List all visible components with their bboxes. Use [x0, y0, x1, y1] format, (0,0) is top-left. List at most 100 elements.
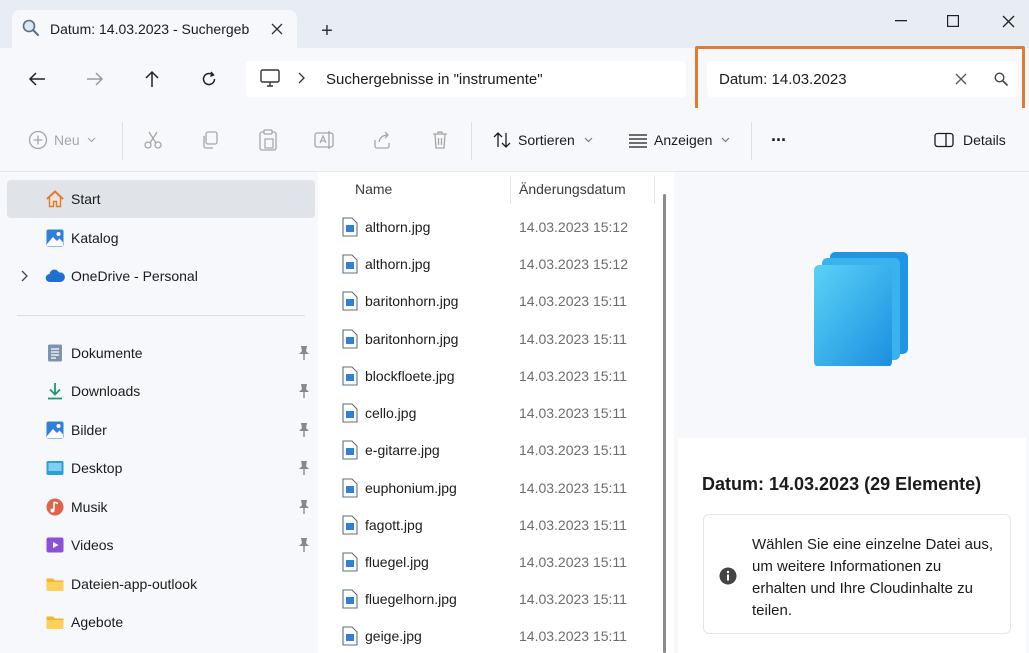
- table-row[interactable]: baritonhorn.jpg 14.03.2023 15:11: [336, 320, 656, 357]
- search-icon[interactable]: [991, 69, 1011, 89]
- pin-icon[interactable]: [297, 345, 311, 361]
- new-button[interactable]: Neu: [28, 128, 96, 152]
- table-row[interactable]: baritonhorn.jpg 14.03.2023 15:11: [336, 282, 656, 319]
- pin-icon[interactable]: [297, 499, 311, 515]
- chevron-down-icon: [584, 137, 593, 143]
- sidebar-item-label: OneDrive - Personal: [71, 268, 198, 284]
- share-button[interactable]: [372, 128, 392, 152]
- table-row[interactable]: euphonium.jpg 14.03.2023 15:11: [336, 469, 656, 506]
- back-button[interactable]: [22, 64, 52, 94]
- table-row[interactable]: althorn.jpg 14.03.2023 15:12: [336, 245, 656, 282]
- maximize-button[interactable]: [930, 8, 976, 34]
- file-name: althorn.jpg: [365, 255, 431, 272]
- sort-button[interactable]: Sortieren: [492, 128, 593, 152]
- sidebar-item-desktop[interactable]: Desktop: [7, 449, 315, 487]
- info-message: Wählen Sie eine einzelne Datei aus, um w…: [703, 514, 1011, 634]
- view-button[interactable]: Anzeigen: [628, 128, 730, 152]
- table-row[interactable]: fagott.jpg 14.03.2023 15:11: [336, 506, 656, 543]
- pin-icon[interactable]: [297, 383, 311, 399]
- selection-title: Datum: 14.03.2023 (29 Elemente): [702, 474, 982, 494]
- cut-button[interactable]: [143, 128, 163, 152]
- rename-button[interactable]: [314, 128, 336, 152]
- sort-icon: [493, 132, 511, 148]
- clear-search-icon[interactable]: [951, 69, 971, 89]
- search-input[interactable]: [719, 70, 939, 88]
- refresh-button[interactable]: [194, 64, 224, 94]
- image-file-icon: [342, 551, 358, 572]
- minimize-button[interactable]: [878, 8, 924, 34]
- sidebar-item-label: Desktop: [71, 460, 123, 476]
- sidebar-item-dokumente[interactable]: Dokumente: [7, 334, 315, 372]
- download-icon: [48, 383, 62, 400]
- chevron-right-icon[interactable]: [19, 269, 31, 283]
- table-row[interactable]: althorn.jpg 14.03.2023 15:12: [336, 208, 656, 245]
- image-file-icon: [342, 290, 358, 311]
- column-header-name[interactable]: Name: [355, 181, 392, 197]
- delete-button[interactable]: [430, 128, 450, 152]
- close-window-button[interactable]: [985, 8, 1029, 34]
- column-header-date[interactable]: Änderungsdatum: [519, 181, 626, 197]
- close-tab-icon[interactable]: [267, 19, 287, 39]
- copy-button[interactable]: [200, 128, 220, 152]
- sidebar-item-label: Agebote: [71, 614, 124, 630]
- file-date: 14.03.2023 15:11: [519, 292, 627, 309]
- pin-icon[interactable]: [297, 460, 311, 476]
- table-row[interactable]: fluegel.jpg 14.03.2023 15:11: [336, 543, 656, 580]
- breadcrumb[interactable]: Suchergebnisse in "instrumente": [326, 71, 543, 88]
- search-box[interactable]: [707, 61, 1017, 97]
- new-tab-button[interactable]: +: [316, 20, 338, 42]
- file-name: fagott.jpg: [365, 516, 423, 533]
- table-row[interactable]: cello.jpg 14.03.2023 15:11: [336, 394, 656, 431]
- sidebar-item-videos[interactable]: Videos: [7, 526, 315, 564]
- toolbar-divider: [122, 122, 123, 160]
- address-bar[interactable]: Suchergebnisse in "instrumente": [246, 61, 686, 97]
- sort-button-label: Sortieren: [518, 132, 575, 148]
- image-file-icon: [342, 365, 358, 386]
- sidebar-item-musik[interactable]: Musik: [7, 488, 315, 526]
- image-file-icon: [342, 402, 358, 423]
- videos-icon: [46, 537, 64, 553]
- sidebar-item-agebote[interactable]: Agebote: [7, 603, 315, 641]
- pin-icon[interactable]: [297, 422, 311, 438]
- tab-title: Datum: 14.03.2023 - Suchergebnisse: [50, 21, 250, 37]
- sidebar-item-downloads[interactable]: Downloads: [7, 372, 315, 410]
- rename-icon: [314, 131, 334, 149]
- column-divider[interactable]: [654, 176, 655, 204]
- sidebar-item-bilder[interactable]: Bilder: [7, 411, 315, 449]
- more-options-button[interactable]: ···: [771, 128, 787, 152]
- vertical-scrollbar[interactable]: [663, 194, 666, 653]
- image-file-icon: [342, 216, 358, 237]
- file-date: 14.03.2023 15:11: [519, 479, 627, 496]
- table-row[interactable]: blockfloete.jpg 14.03.2023 15:11: [336, 357, 656, 394]
- details-pane-label: Details: [963, 132, 1006, 148]
- column-divider[interactable]: [510, 176, 511, 204]
- up-button[interactable]: [137, 64, 167, 94]
- sidebar-item-onedrive[interactable]: OneDrive - Personal: [7, 257, 315, 295]
- image-file-icon: [342, 625, 358, 646]
- file-date: 14.03.2023 15:12: [519, 218, 628, 235]
- file-date: 14.03.2023 15:12: [519, 255, 628, 272]
- chevron-right-icon[interactable]: [298, 71, 306, 87]
- image-file-icon: [342, 328, 358, 349]
- file-name: baritonhorn.jpg: [365, 292, 459, 309]
- file-name: althorn.jpg: [365, 218, 431, 235]
- file-name: fluegelhorn.jpg: [365, 590, 457, 607]
- browser-tab-active[interactable]: Datum: 14.03.2023 - Suchergebnisse: [12, 10, 297, 48]
- sidebar-item-label: Bilder: [71, 422, 107, 438]
- paste-button[interactable]: [258, 128, 278, 152]
- forward-button[interactable]: [80, 64, 110, 94]
- pin-icon[interactable]: [297, 537, 311, 553]
- home-icon: [46, 190, 64, 208]
- sidebar-item-label: Musik: [71, 499, 108, 515]
- list-view-icon: [629, 134, 647, 148]
- info-icon: [719, 567, 737, 585]
- file-date: 14.03.2023 15:11: [519, 553, 627, 570]
- table-row[interactable]: geige.jpg 14.03.2023 15:11: [336, 617, 656, 653]
- sidebar-item-dateien-app-outlook[interactable]: Dateien-app-outlook: [7, 565, 315, 603]
- details-pane-button[interactable]: Details: [934, 128, 1006, 152]
- table-row[interactable]: e-gitarre.jpg 14.03.2023 15:11: [336, 431, 656, 468]
- sidebar-item-start[interactable]: Start: [7, 180, 315, 218]
- new-button-label: Neu: [54, 132, 80, 148]
- sidebar-item-katalog[interactable]: Katalog: [7, 219, 315, 257]
- table-row[interactable]: fluegelhorn.jpg 14.03.2023 15:11: [336, 580, 656, 617]
